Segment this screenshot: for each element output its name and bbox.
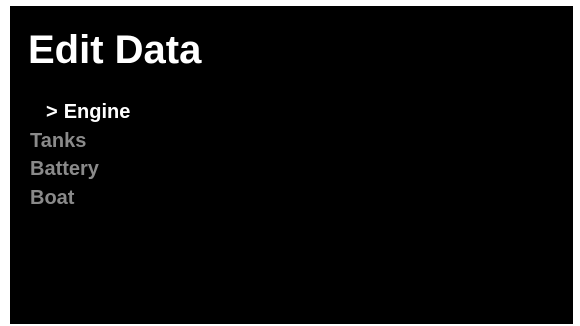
menu-item-label: Engine [63,101,131,123]
menu-item-battery[interactable]: Battery [30,155,130,184]
display-screen: Edit Data > Engine Tanks Battery Boat [10,6,573,324]
menu-item-engine[interactable]: > Engine [30,98,130,127]
selection-cursor-icon: > [46,101,58,123]
menu-list: > Engine Tanks Battery Boat [30,98,130,212]
menu-item-label: Boat [30,186,75,209]
menu-item-label: Battery [30,158,99,180]
menu-item-label: Tanks [30,129,87,152]
page-title: Edit Data [28,28,202,72]
menu-item-boat[interactable]: Boat [30,184,130,213]
menu-item-tanks[interactable]: Tanks [30,127,130,156]
